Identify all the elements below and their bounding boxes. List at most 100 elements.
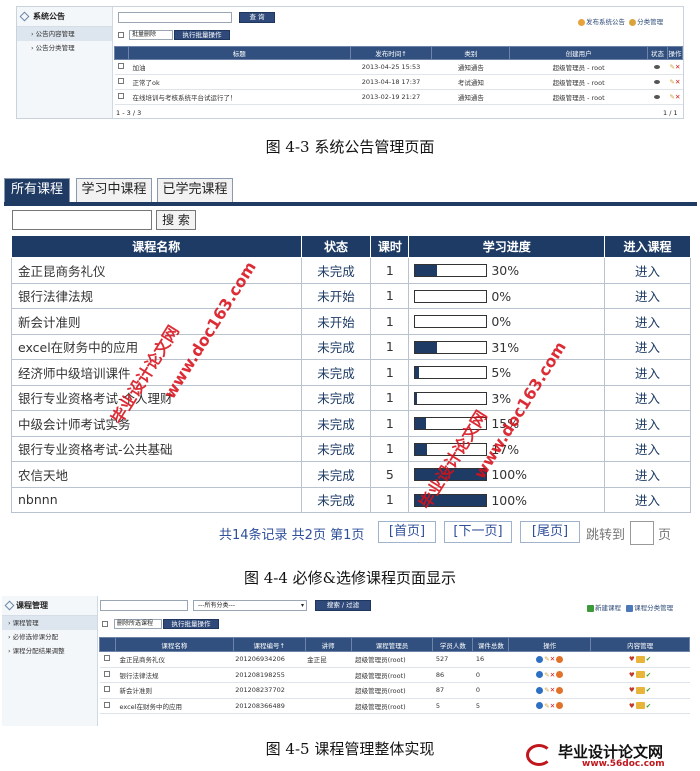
next-page-button[interactable]: [下一页] bbox=[444, 521, 512, 543]
progress-bar bbox=[414, 289, 488, 303]
heart-icon[interactable]: ♥ bbox=[629, 671, 635, 679]
row-checkbox[interactable] bbox=[118, 93, 125, 99]
heart-icon[interactable]: ♥ bbox=[629, 655, 635, 663]
row-checkbox[interactable] bbox=[104, 670, 111, 677]
first-page-button[interactable]: [首页] bbox=[378, 521, 436, 543]
course-search-input[interactable] bbox=[12, 210, 152, 230]
batch-execute-button[interactable]: 执行批量操作 bbox=[174, 30, 230, 40]
course-name: 银行专业资格考试-公共基础 bbox=[11, 436, 302, 462]
enter-course-link[interactable]: 进入 bbox=[604, 436, 691, 462]
course-keyword-input[interactable] bbox=[100, 600, 188, 611]
globe-icon[interactable] bbox=[556, 702, 564, 710]
check-icon[interactable]: ✔ bbox=[646, 671, 651, 679]
delete-icon[interactable]: ✕ bbox=[550, 686, 555, 694]
announcement-title[interactable]: 在线培训与考核系统平台试运行了！ bbox=[128, 89, 351, 105]
delete-icon[interactable]: ✕ bbox=[550, 702, 555, 710]
delete-icon[interactable]: ✕ bbox=[550, 655, 555, 663]
column-header: 创建用户 bbox=[509, 46, 648, 60]
globe-icon[interactable] bbox=[556, 671, 564, 679]
course-category-link[interactable]: 课程分类管理 bbox=[634, 604, 673, 612]
progress-fill bbox=[415, 392, 418, 404]
tab-all-courses[interactable]: 所有课程 bbox=[4, 178, 70, 202]
course-list-screenshot: 所有课程 学习中课程 已学完课程 搜 索 课程名称 状态 课时 学习进度 进入课程 金正… bbox=[4, 176, 697, 556]
globe-icon[interactable] bbox=[556, 655, 564, 663]
info-icon[interactable] bbox=[536, 655, 544, 663]
select-all-checkbox[interactable] bbox=[102, 621, 108, 627]
enter-course-link[interactable]: 进入 bbox=[604, 461, 691, 488]
course-status: 未完成 bbox=[300, 359, 372, 386]
row-checkbox[interactable] bbox=[104, 655, 111, 662]
enter-course-link[interactable]: 进入 bbox=[604, 410, 691, 437]
enter-course-link[interactable]: 进入 bbox=[604, 308, 691, 335]
row-checkbox-cell bbox=[99, 698, 116, 714]
batch-action-select[interactable]: 批量删除 bbox=[129, 30, 173, 40]
search-button[interactable]: 查 询 bbox=[239, 12, 275, 23]
enter-course-link[interactable]: 进入 bbox=[604, 257, 691, 284]
progress-fill bbox=[415, 341, 438, 353]
course-search-button[interactable]: 搜 索 bbox=[156, 210, 196, 230]
tab-finished-courses[interactable]: 已学完课程 bbox=[157, 178, 233, 202]
sidebar-item-announcement-content[interactable]: › 公告内容管理 bbox=[17, 27, 112, 41]
course-name[interactable]: excel在财务中的应用 bbox=[115, 698, 234, 714]
row-checkbox[interactable] bbox=[104, 686, 111, 693]
batch-execute-button[interactable]: 执行批量操作 bbox=[163, 619, 219, 629]
row-checkbox[interactable] bbox=[118, 63, 125, 69]
publish-announcement-link[interactable]: 发布系统公告 bbox=[586, 18, 625, 26]
progress-label: 30% bbox=[491, 263, 520, 279]
select-all-checkbox[interactable] bbox=[118, 32, 124, 38]
course-name[interactable]: 银行法律法规 bbox=[115, 667, 234, 683]
announcement-title[interactable]: 加油 bbox=[128, 59, 351, 75]
course-admin: 超级管理员(root) bbox=[351, 682, 433, 699]
delete-icon[interactable]: ✕ bbox=[675, 78, 680, 86]
enter-course-link[interactable]: 进入 bbox=[604, 334, 691, 360]
enter-course-link[interactable]: 进入 bbox=[604, 283, 691, 309]
course-hours: 1 bbox=[370, 283, 410, 309]
course-hours: 1 bbox=[370, 487, 410, 513]
enter-course-link[interactable]: 进入 bbox=[604, 359, 691, 386]
row-checkbox[interactable] bbox=[118, 78, 125, 84]
course-status: 未完成 bbox=[300, 410, 372, 437]
folder-icon[interactable] bbox=[635, 671, 645, 679]
course-name[interactable]: 金正昆商务礼仪 bbox=[115, 651, 234, 668]
course-management-screenshot: 课程管理 › 课程管理 › 必修选修课分配 › 课程分配结果调整 ---所有分类… bbox=[2, 596, 692, 726]
last-page-button[interactable]: [尾页] bbox=[520, 521, 580, 543]
jump-page-input[interactable] bbox=[630, 521, 654, 545]
folder-icon[interactable] bbox=[635, 686, 645, 694]
delete-icon[interactable]: ✕ bbox=[550, 671, 555, 679]
tab-learning-courses[interactable]: 学习中课程 bbox=[76, 178, 152, 202]
search-filter-button[interactable]: 搜索 / 过滤 bbox=[315, 600, 371, 611]
sidebar-item-course-manage[interactable]: › 课程管理 bbox=[2, 616, 97, 630]
ops-cell: ✎✕ bbox=[508, 682, 591, 699]
new-course-link[interactable]: 新建课程 bbox=[595, 604, 621, 612]
category-select[interactable]: ---所有分类--- ▾ bbox=[193, 600, 307, 611]
check-icon[interactable]: ✔ bbox=[646, 702, 651, 710]
course-name[interactable]: 新会计准则 bbox=[115, 682, 234, 699]
delete-icon[interactable]: ✕ bbox=[675, 63, 680, 71]
search-input[interactable] bbox=[118, 12, 232, 23]
column-header: 课程名称 bbox=[114, 637, 234, 652]
category-manage-link[interactable]: 分类管理 bbox=[637, 18, 663, 26]
delete-icon[interactable]: ✕ bbox=[675, 93, 680, 101]
info-icon[interactable] bbox=[536, 686, 544, 694]
caption-fig-4-3: 图 4-3 系统公告管理页面 bbox=[265, 138, 435, 156]
status-cell bbox=[647, 74, 668, 90]
enter-course-link[interactable]: 进入 bbox=[604, 385, 691, 411]
globe-icon[interactable] bbox=[556, 686, 564, 694]
info-icon[interactable] bbox=[536, 702, 544, 710]
check-icon[interactable]: ✔ bbox=[646, 655, 651, 663]
sidebar-item-announcement-category[interactable]: › 公告分类管理 bbox=[17, 41, 112, 55]
info-icon[interactable] bbox=[536, 671, 544, 679]
sidebar-item-assign-adjust[interactable]: › 课程分配结果调整 bbox=[2, 644, 97, 658]
enter-course-link[interactable]: 进入 bbox=[604, 487, 691, 513]
row-checkbox[interactable] bbox=[104, 701, 111, 708]
ops-cell: ✎✕ bbox=[667, 74, 683, 90]
folder-icon[interactable] bbox=[635, 655, 645, 663]
batch-action-select[interactable]: 删除所选课程 bbox=[114, 619, 162, 629]
sidebar-item-course-assign[interactable]: › 必修选修课分配 bbox=[2, 630, 97, 644]
check-icon[interactable]: ✔ bbox=[646, 686, 651, 694]
heart-icon[interactable]: ♥ bbox=[629, 702, 635, 710]
announcement-title[interactable]: 正常了ok bbox=[128, 74, 351, 90]
heart-icon[interactable]: ♥ bbox=[629, 686, 635, 694]
table-row: 正常了ok 2013-04-18 17:37 考试通知 超级管理员 - root ✎✕ bbox=[114, 74, 683, 90]
folder-icon[interactable] bbox=[635, 702, 645, 710]
